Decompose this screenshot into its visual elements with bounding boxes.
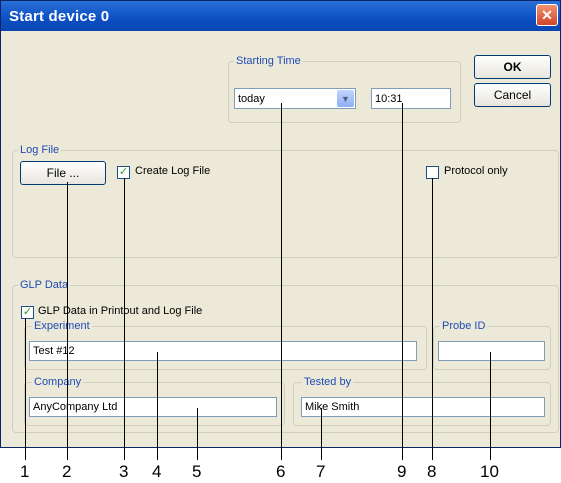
callout-number: 9 — [397, 462, 407, 481]
callout-line-6 — [281, 103, 282, 460]
callout-number: 10 — [480, 462, 499, 481]
experiment-value: Test #12 — [33, 345, 75, 357]
title-bar: Start device 0 ✕ — [1, 1, 560, 31]
glp-data-label: GLP Data — [18, 279, 71, 291]
starting-time-label: Starting Time — [234, 55, 303, 67]
callout-line-7 — [321, 408, 322, 460]
callout-number: 1 — [20, 462, 30, 481]
callout-number: 7 — [316, 462, 326, 481]
callout-line-8 — [432, 178, 433, 460]
callout-line-10 — [490, 352, 491, 460]
callout-number: 2 — [62, 462, 72, 481]
tested-by-input[interactable]: Mike Smith — [301, 397, 545, 417]
tested-by-value: Mike Smith — [305, 401, 360, 413]
starting-time-value: 10:31 — [375, 92, 403, 105]
probe-id-label: Probe ID — [440, 320, 488, 332]
callout-line-3 — [124, 178, 125, 460]
callout-number: 4 — [152, 462, 162, 481]
glp-data-checkbox[interactable]: ✓ — [21, 306, 34, 319]
callout-line-2 — [67, 182, 68, 460]
cancel-button[interactable]: Cancel — [474, 83, 551, 107]
callout-number: 5 — [192, 462, 202, 481]
company-label: Company — [32, 376, 84, 388]
glp-data-checkbox-label: GLP Data in Printout and Log File — [38, 305, 203, 317]
starting-day-select[interactable]: today ▼ — [234, 88, 356, 109]
callout-number: 8 — [427, 462, 437, 481]
company-value: AnyCompany Ltd — [33, 401, 118, 413]
callout-number: 6 — [276, 462, 286, 481]
tested-by-label: Tested by — [302, 376, 354, 388]
starting-time-input[interactable]: 10:31 — [371, 88, 451, 109]
callout-line-9 — [402, 103, 403, 460]
callout-line-5 — [197, 408, 198, 460]
callout-line-4 — [157, 352, 158, 460]
callout-number: 3 — [119, 462, 129, 481]
experiment-input[interactable]: Test #12 — [29, 341, 417, 361]
probe-id-input[interactable] — [438, 341, 545, 361]
protocol-only-label: Protocol only — [444, 165, 508, 177]
file-button[interactable]: File ... — [20, 161, 106, 185]
starting-day-value: today — [238, 92, 265, 105]
ok-button[interactable]: OK — [474, 55, 551, 79]
create-log-label: Create Log File — [135, 165, 211, 177]
log-file-label: Log File — [18, 144, 62, 156]
callout-line-1 — [25, 318, 26, 460]
window-title: Start device 0 — [9, 7, 110, 25]
chevron-down-icon[interactable]: ▼ — [337, 90, 354, 107]
close-button[interactable]: ✕ — [536, 4, 558, 26]
experiment-label: Experiment — [32, 320, 92, 332]
